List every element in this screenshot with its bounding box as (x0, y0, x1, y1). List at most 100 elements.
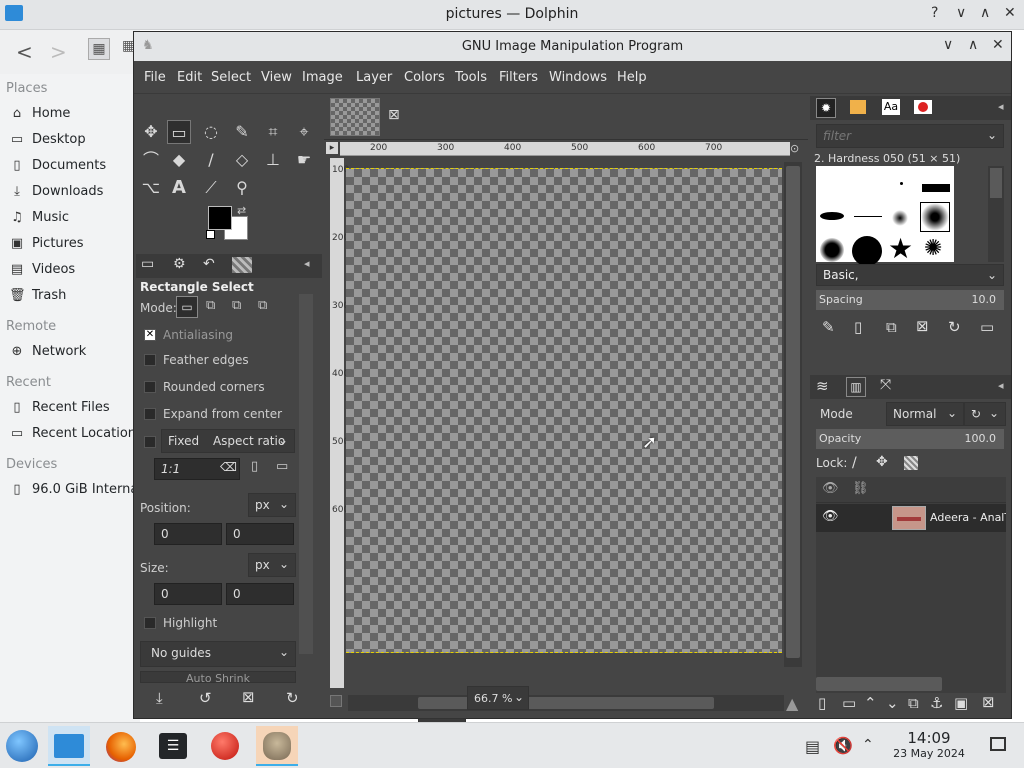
menu-edit[interactable]: Edit (177, 70, 202, 85)
portrait-icon[interactable]: ▯ (251, 459, 258, 474)
warp-tool-icon[interactable]: ⌒ (139, 148, 163, 172)
delete-brush-icon[interactable]: ⊠ (916, 317, 929, 335)
quick-mask-toggle[interactable] (330, 695, 342, 707)
new-brush-icon[interactable]: ▯ (854, 318, 862, 336)
place-videos[interactable]: ▤ Videos (9, 262, 139, 284)
menu-file[interactable]: File (144, 70, 166, 85)
taskbar-mixer[interactable]: ☰ (152, 726, 194, 766)
image-thumbnail-tab[interactable] (330, 98, 380, 136)
size-unit-combo[interactable]: px ⌄ (248, 553, 296, 577)
place-music[interactable]: ♫ Music (9, 210, 139, 232)
paintbrush-tool-icon[interactable]: / (199, 148, 223, 172)
fixed-checkbox[interactable] (144, 436, 156, 448)
size-width-input[interactable]: 0 (154, 583, 222, 605)
transform-tool-icon[interactable]: ⌖ (292, 120, 316, 144)
brush-item[interactable] (900, 182, 903, 185)
brush-scrollbar[interactable] (988, 166, 1004, 262)
clipboard-icon[interactable]: ▤ (805, 737, 820, 756)
swap-colors-icon[interactable]: ⇄ (237, 204, 246, 217)
tool-options-tab-icon[interactable]: ▭ (141, 256, 154, 272)
brush-item[interactable] (820, 212, 844, 220)
anchor-layer-icon[interactable]: ⚓ (930, 694, 943, 712)
paths-tool-icon[interactable]: ⌥ (139, 176, 163, 200)
text-tool-icon[interactable]: A (167, 176, 191, 200)
horizontal-scrollbar-thumb[interactable] (418, 697, 714, 709)
place-pictures[interactable]: ▣ Pictures (9, 236, 139, 258)
brush-item[interactable] (820, 238, 844, 262)
brush-grid[interactable]: ★ ✺ (816, 166, 954, 266)
mode-intersect-icon[interactable]: ⧉ (258, 298, 267, 313)
place-trash[interactable]: 🗑 Trash (9, 288, 139, 310)
fuzzy-select-tool-icon[interactable]: ✎ (230, 120, 254, 144)
gimp-close-button[interactable]: ✕ (992, 37, 1004, 53)
save-options-icon[interactable]: ⤓ (156, 689, 163, 707)
rect-select-tool-icon[interactable]: ▭ (167, 120, 191, 144)
show-desktop-icon[interactable] (990, 737, 1006, 751)
landscape-icon[interactable]: ▭ (276, 459, 288, 474)
crop-tool-icon[interactable]: ⌗ (261, 120, 285, 144)
menu-select[interactable]: Select (211, 70, 251, 85)
mode-add-icon[interactable]: ⧉ (206, 298, 215, 313)
patterns-tab-icon[interactable] (850, 100, 866, 114)
menu-tools[interactable]: Tools (455, 70, 487, 85)
configure-tab-icon[interactable]: ◂ (998, 379, 1004, 392)
eraser-tool-icon[interactable]: ◇ (230, 148, 254, 172)
icons-view-icon[interactable]: ▦ (88, 38, 110, 60)
place-network[interactable]: ⊕ Network (9, 344, 139, 366)
new-layer-group-icon[interactable]: ▭ (842, 694, 856, 712)
navigate-icon[interactable]: ▲ (786, 694, 798, 713)
zoom-combo[interactable]: 66.7 % ⌄ (467, 686, 529, 710)
maximize-button[interactable]: ∧ (980, 5, 990, 21)
undo-history-tab-icon[interactable]: ↶ (203, 256, 215, 272)
tray-expand-icon[interactable]: ⌃ (862, 737, 874, 753)
delete-options-icon[interactable]: ⊠ (242, 688, 255, 706)
lock-position-icon[interactable]: ✥ (876, 454, 888, 470)
new-layer-icon[interactable]: ▯ (818, 694, 826, 712)
mode-replace-icon[interactable]: ▭ (176, 296, 198, 318)
restore-options-icon[interactable]: ↺ (199, 689, 212, 707)
brush-filter-input[interactable]: filter ⌄ (816, 124, 1004, 148)
menu-view[interactable]: View (261, 70, 292, 85)
layer-mask-icon[interactable]: ▣ (954, 694, 968, 712)
spacing-slider[interactable]: Spacing 10.0 (816, 290, 1004, 310)
configure-tab-icon[interactable]: ◂ (304, 257, 310, 270)
lasso-tool-icon[interactable]: ◌ (199, 120, 223, 144)
position-x-input[interactable]: 0 (154, 523, 222, 545)
bucket-fill-tool-icon[interactable]: ◆ (167, 148, 191, 172)
zoom-fit-icon[interactable]: ⊙ (790, 142, 804, 156)
color-picker-tool-icon[interactable]: ⟋ (199, 176, 223, 200)
horizontal-scrollbar[interactable] (348, 695, 784, 711)
device-internal-drive[interactable]: ▯ 96.0 GiB Internal (9, 482, 139, 504)
place-desktop[interactable]: ▭ Desktop (9, 132, 139, 154)
place-recent-files[interactable]: ▯ Recent Files (9, 400, 139, 422)
place-home[interactable]: ⌂ Home (9, 106, 139, 128)
gimp-minimize-button[interactable]: ∨ (943, 37, 953, 53)
brush-item[interactable] (854, 216, 882, 217)
lock-pixels-icon[interactable]: / (852, 455, 857, 471)
taskbar-firefox[interactable] (100, 726, 142, 766)
device-status-tab-icon[interactable]: ⚙ (173, 256, 186, 272)
tool-options-scrollbar[interactable] (299, 294, 313, 654)
layers-scrollbar-thumb[interactable] (816, 677, 942, 691)
menu-image[interactable]: Image (302, 70, 343, 85)
antialiasing-checkbox[interactable]: ✕ (144, 329, 156, 341)
taskbar-gimp[interactable] (256, 726, 298, 766)
brush-item[interactable] (892, 210, 908, 226)
brush-scrollbar-thumb[interactable] (990, 168, 1002, 198)
taskbar-apple-app[interactable] (204, 726, 246, 766)
close-button[interactable]: ✕ (1004, 5, 1016, 21)
layer-composite-combo[interactable]: ↻ ⌄ (964, 402, 1006, 426)
delete-layer-icon[interactable]: ⊠ (982, 693, 995, 711)
opacity-slider[interactable]: Opacity 100.0 (816, 429, 1004, 449)
brush-item[interactable] (920, 202, 950, 232)
clone-tool-icon[interactable]: ⊥ (261, 148, 285, 172)
quickmask-corner-icon[interactable]: ▸ (326, 142, 338, 154)
rounded-corners-checkbox[interactable] (144, 381, 156, 393)
forward-button[interactable]: > (50, 40, 67, 64)
menu-layer[interactable]: Layer (356, 70, 392, 85)
foreground-color-swatch[interactable] (208, 206, 232, 230)
close-image-icon[interactable]: ⊠ (388, 107, 400, 123)
clock[interactable]: 14:09 23 May 2024 (880, 729, 978, 760)
default-colors-icon[interactable] (206, 230, 215, 239)
duplicate-brush-icon[interactable]: ⧉ (886, 318, 897, 336)
